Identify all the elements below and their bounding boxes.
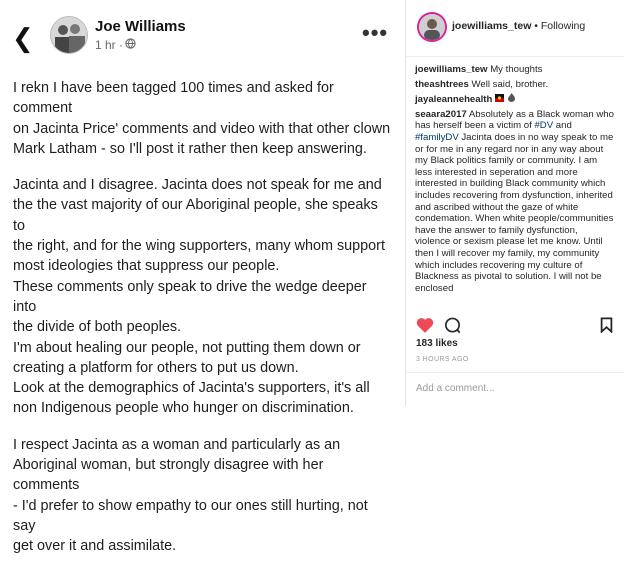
globe-icon bbox=[125, 38, 136, 52]
comment-text: Well said, brother. bbox=[471, 78, 549, 90]
avatar[interactable] bbox=[417, 12, 447, 42]
comment-user[interactable]: seaara2017 bbox=[415, 109, 467, 120]
following-status[interactable]: • Following bbox=[531, 20, 585, 32]
comment-user[interactable]: jayaleannehealth bbox=[415, 94, 492, 105]
comment-user[interactable]: theashtrees bbox=[415, 79, 469, 90]
post-paragraph: I rekn I have been tagged 100 times and … bbox=[13, 80, 391, 157]
comment-item: seaara2017 Absolutely as a Black woman w… bbox=[415, 109, 615, 306]
post-time-text: 1 hr · bbox=[95, 38, 124, 52]
likes-count[interactable]: 183 likes bbox=[416, 338, 458, 349]
comment-text: My thoughts bbox=[490, 64, 543, 75]
comment-user[interactable]: joewilliams_tew bbox=[415, 64, 488, 75]
comment-text: Absolutely as a Black woman who has hers… bbox=[415, 108, 614, 294]
bookmark-icon[interactable] bbox=[600, 317, 613, 338]
more-options-icon[interactable]: ••• bbox=[362, 22, 388, 44]
username-text[interactable]: joewilliams_tew bbox=[452, 20, 531, 32]
hashtag-link[interactable]: #DV bbox=[534, 120, 553, 131]
post-paragraph: Jacinta and I disagree. Jacinta does not… bbox=[13, 177, 385, 417]
comment-icon[interactable] bbox=[444, 317, 461, 339]
comments-list: joewilliams_tew My thoughts theashtrees … bbox=[415, 64, 615, 309]
add-comment-input[interactable]: Add a comment... bbox=[416, 383, 494, 394]
comment-item: jayaleannehealth bbox=[415, 93, 615, 106]
timestamp: 3 HOURS AGO bbox=[416, 356, 469, 363]
comment-item: theashtrees Well said, brother. bbox=[415, 79, 615, 91]
action-bar bbox=[416, 316, 616, 336]
divider bbox=[406, 372, 624, 373]
author-name[interactable]: Joe Williams bbox=[95, 18, 186, 35]
instagram-panel: joewilliams_tew • Following joewilliams_… bbox=[405, 0, 624, 406]
post-time: 1 hr · bbox=[95, 38, 136, 52]
profile-username[interactable]: joewilliams_tew • Following bbox=[452, 20, 585, 32]
flag-emoji-icon bbox=[495, 94, 507, 105]
instagram-header: joewilliams_tew • Following bbox=[406, 0, 624, 57]
comment-item: joewilliams_tew My thoughts bbox=[415, 64, 615, 76]
fire-emoji-icon bbox=[507, 93, 516, 105]
back-arrow-icon[interactable]: ❮ bbox=[12, 26, 34, 52]
facebook-post-panel: ❮ Joe Williams 1 hr · ••• I rekn I have … bbox=[0, 0, 400, 554]
hashtag-link[interactable]: #familyDV bbox=[415, 132, 459, 143]
avatar[interactable] bbox=[50, 16, 88, 54]
post-body: I rekn I have been tagged 100 times and … bbox=[13, 78, 393, 573]
heart-icon[interactable] bbox=[416, 317, 434, 338]
post-paragraph: I respect Jacinta as a woman and particu… bbox=[13, 436, 368, 555]
